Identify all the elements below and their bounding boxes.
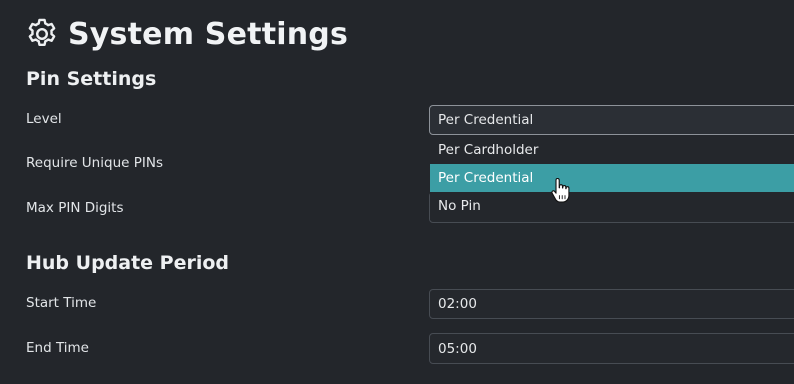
start-time-label: Start Time: [26, 295, 97, 311]
page-title: System Settings: [24, 14, 348, 54]
level-select[interactable]: Per Credential: [429, 105, 794, 135]
hand-pointer-icon: [551, 178, 570, 203]
gear-icon: [28, 18, 56, 46]
max-pin-digits-label: Max PIN Digits: [26, 200, 124, 216]
level-dropdown-menu: Per Cardholder Per Credential No Pin: [430, 136, 794, 220]
dropdown-option-per-credential[interactable]: Per Credential: [430, 164, 794, 192]
end-time-label: End Time: [26, 340, 89, 356]
level-select-value: Per Credential: [438, 112, 534, 128]
end-time-value: 05:00: [438, 340, 477, 357]
dropdown-option-per-cardholder[interactable]: Per Cardholder: [430, 136, 794, 164]
page-title-text: System Settings: [68, 16, 349, 52]
start-time-value: 02:00: [438, 296, 477, 312]
pin-settings-heading: Pin Settings: [26, 68, 157, 90]
level-label: Level: [26, 111, 62, 127]
start-time-input[interactable]: 02:00: [429, 289, 794, 319]
require-unique-pins-label: Require Unique PINs: [26, 155, 163, 171]
hub-update-period-heading: Hub Update Period: [26, 252, 230, 274]
end-time-input[interactable]: 05:00: [429, 333, 794, 364]
dropdown-option-no-pin[interactable]: No Pin: [430, 192, 794, 220]
